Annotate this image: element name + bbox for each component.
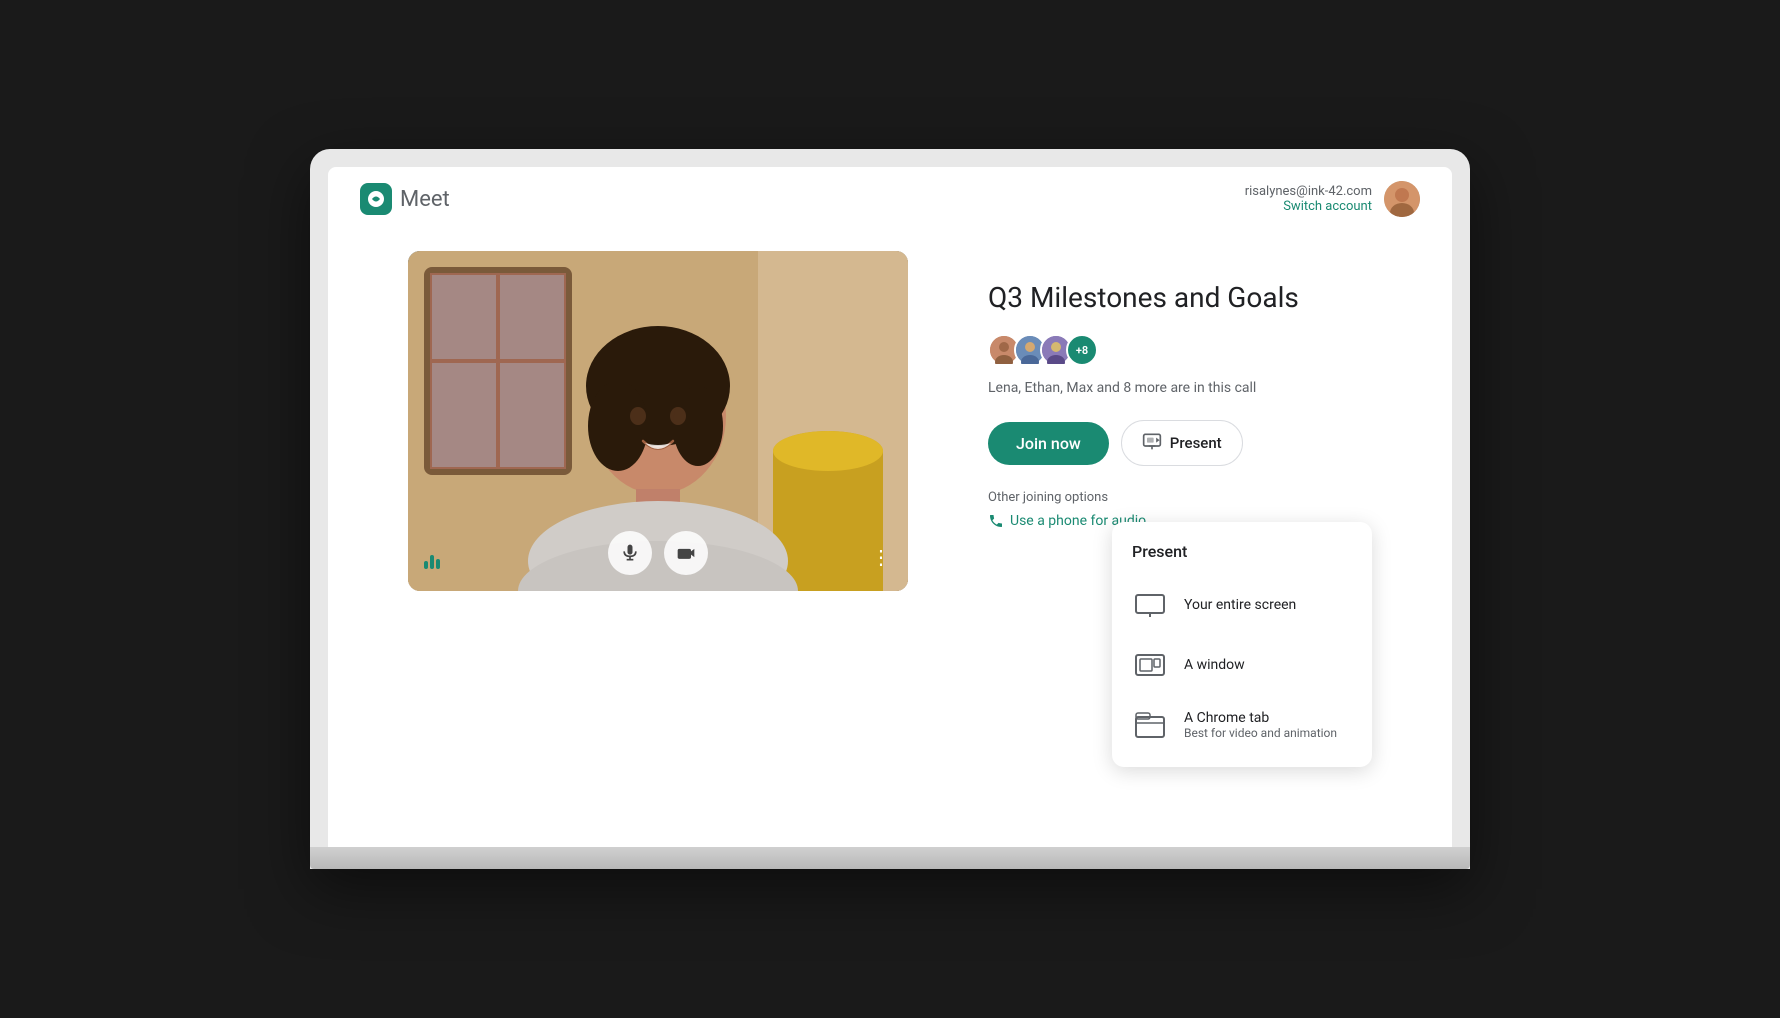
user-email: risalynes@ink-42.com [1245, 184, 1372, 199]
phone-icon [988, 513, 1004, 529]
laptop-frame: Meet risalynes@ink-42.com Switch account [310, 149, 1470, 869]
window-label: A window [1184, 657, 1245, 673]
action-buttons: Join now Present [988, 420, 1372, 466]
entire-screen-label: Your entire screen [1184, 597, 1296, 613]
header: Meet risalynes@ink-42.com Switch account [328, 167, 1452, 231]
present-chrome-tab-option[interactable]: A Chrome tab Best for video and animatio… [1112, 695, 1372, 755]
video-preview: ⋮ [408, 251, 908, 591]
join-now-button[interactable]: Join now [988, 422, 1109, 465]
chrome-tab-label: A Chrome tab [1184, 710, 1337, 726]
laptop-base [310, 847, 1470, 869]
window-screen-icon [1132, 647, 1168, 683]
laptop-screen: Meet risalynes@ink-42.com Switch account [328, 167, 1452, 847]
entire-screen-text: Your entire screen [1184, 597, 1296, 613]
more-options-button[interactable]: ⋮ [871, 545, 892, 569]
present-window-option[interactable]: A window [1112, 635, 1372, 695]
present-icon [1142, 431, 1162, 455]
entire-screen-icon [1132, 587, 1168, 623]
user-info: risalynes@ink-42.com Switch account [1245, 184, 1372, 214]
chrome-tab-sublabel: Best for video and animation [1184, 726, 1337, 740]
present-entire-screen-option[interactable]: Your entire screen [1112, 575, 1372, 635]
user-avatar[interactable] [1384, 181, 1420, 217]
microphone-icon [620, 543, 640, 563]
chrome-tab-icon [1132, 707, 1168, 743]
participants-row: +8 [988, 334, 1372, 366]
present-dropdown: Present Your entire screen [1112, 522, 1372, 767]
switch-account-link[interactable]: Switch account [1245, 199, 1372, 214]
participants-description: Lena, Ethan, Max and 8 more are in this … [988, 380, 1372, 396]
meeting-title: Q3 Milestones and Goals [988, 281, 1372, 314]
camera-button[interactable] [664, 531, 708, 575]
user-area: risalynes@ink-42.com Switch account [1245, 181, 1420, 217]
present-button[interactable]: Present [1121, 420, 1243, 466]
other-options-label: Other joining options [988, 490, 1372, 505]
participant-avatars: +8 [988, 334, 1098, 366]
video-controls [408, 531, 908, 575]
window-text: A window [1184, 657, 1245, 673]
logo-area: Meet [360, 183, 450, 215]
present-button-label: Present [1170, 434, 1222, 452]
microphone-button[interactable] [608, 531, 652, 575]
right-panel: Q3 Milestones and Goals [988, 251, 1372, 529]
avatar-image [1384, 181, 1420, 217]
browser-tab-icon [1132, 707, 1168, 743]
chrome-tab-text: A Chrome tab Best for video and animatio… [1184, 710, 1337, 740]
dropdown-title: Present [1112, 534, 1372, 575]
window-icon [1132, 647, 1168, 683]
meet-logo-icon [360, 183, 392, 215]
monitor-icon [1132, 587, 1168, 623]
app-name: Meet [400, 187, 450, 212]
camera-icon [676, 543, 696, 563]
present-screen-icon [1142, 431, 1162, 451]
participant-count-badge: +8 [1066, 334, 1098, 366]
